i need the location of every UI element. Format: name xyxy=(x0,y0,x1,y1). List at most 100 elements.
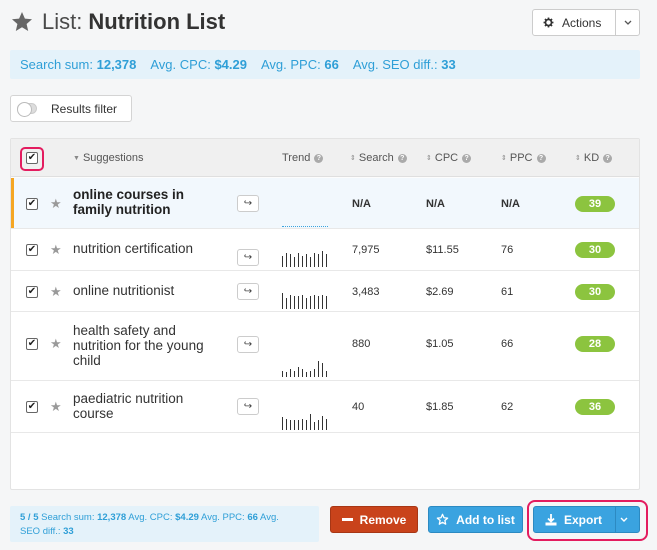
search-value: 880 xyxy=(352,338,371,350)
expand-arrow-button[interactable]: ↪ xyxy=(237,195,259,212)
keyword-cell[interactable]: health safety and nutrition for the youn… xyxy=(73,323,238,368)
star-icon[interactable]: ★ xyxy=(50,336,62,352)
trend-bar xyxy=(314,422,315,430)
table-row[interactable]: ✔ ★ nutrition certification ↪ 7,975 $11.… xyxy=(11,229,639,271)
summary-bar: Search sum: 12,378 Avg. CPC: $4.29 Avg. … xyxy=(10,50,640,79)
highlight-ring xyxy=(527,500,648,541)
search-value: 40 xyxy=(352,401,365,413)
trend-bar xyxy=(314,253,315,267)
gear-icon xyxy=(543,17,554,28)
keyword-cell[interactable]: paediatric nutrition course xyxy=(73,391,238,421)
search-value: 3,483 xyxy=(352,285,380,298)
keyword-cell[interactable]: online nutritionist xyxy=(73,283,174,298)
filter-toggle[interactable] xyxy=(17,102,37,117)
col-cpc[interactable]: ⇕ CPC? xyxy=(426,139,472,177)
page-header: List: Nutrition List xyxy=(10,6,225,38)
ppc-value: N/A xyxy=(501,197,520,210)
selection-count: 5 / 5 xyxy=(20,512,39,523)
row-checkbox[interactable]: ✔ xyxy=(26,244,38,256)
help-icon: ? xyxy=(603,153,613,163)
keyword-table: ✔ ▼ Suggestions Trend? ⇕ Search? ⇕ CPC? … xyxy=(10,138,640,490)
trend-bar xyxy=(302,256,303,267)
star-icon[interactable]: ★ xyxy=(50,399,62,415)
summary-seo: Avg. SEO diff.: 33 xyxy=(352,57,456,72)
summary-search: Search sum: 12,378 xyxy=(20,57,137,72)
search-value: N/A xyxy=(352,197,371,210)
trend-bar xyxy=(310,296,311,309)
kd-badge: 39 xyxy=(575,195,615,212)
trend-bar xyxy=(326,371,327,377)
trend-bar xyxy=(294,296,295,309)
kd-badge: 30 xyxy=(575,283,615,300)
trend-bar xyxy=(322,295,323,309)
summary-cpc: Avg. CPC: $4.29 xyxy=(150,57,247,72)
star-icon[interactable]: ★ xyxy=(50,284,62,300)
trend-bar xyxy=(302,369,303,377)
trend-bar xyxy=(326,419,327,430)
trend-bar xyxy=(290,295,291,309)
trend-bar xyxy=(302,419,303,430)
results-filter-button[interactable]: Results filter xyxy=(10,95,132,122)
trend-bar xyxy=(282,293,283,309)
table-row[interactable]: ✔ ★ online nutritionist ↪ 3,483 $2.69 61… xyxy=(11,271,639,312)
minus-icon xyxy=(341,518,353,521)
trend-bar xyxy=(298,253,299,267)
col-ppc[interactable]: ⇕ PPC? xyxy=(501,139,546,177)
cpc-value: $1.85 xyxy=(426,401,454,413)
cpc-value: $1.05 xyxy=(426,338,454,350)
trend-bar xyxy=(286,298,287,309)
trend-bar xyxy=(318,254,319,267)
table-row[interactable]: ✔ ★ online courses in family nutrition ↪… xyxy=(11,178,639,229)
trend-bar xyxy=(322,416,323,430)
page-title: Nutrition List xyxy=(88,9,226,34)
col-trend[interactable]: Trend? xyxy=(282,139,324,177)
star-icon[interactable]: ★ xyxy=(50,242,62,258)
keyword-cell[interactable]: nutrition certification xyxy=(73,241,193,256)
trend-bar xyxy=(294,420,295,430)
trend-chart xyxy=(282,361,327,377)
actions-button[interactable]: Actions xyxy=(533,10,615,35)
row-checkbox[interactable]: ✔ xyxy=(26,338,38,350)
cpc-value: N/A xyxy=(426,197,445,210)
actions-caret[interactable] xyxy=(615,10,639,35)
col-suggestions[interactable]: ▼ Suggestions xyxy=(73,139,143,177)
trend-bar xyxy=(290,369,291,377)
title-prefix: List: xyxy=(42,9,83,34)
ppc-value: 61 xyxy=(501,285,514,298)
add-to-list-button[interactable]: Add to list xyxy=(428,506,523,533)
kd-badge: 30 xyxy=(575,242,615,258)
expand-arrow-button[interactable]: ↪ xyxy=(237,336,259,353)
table-header: ✔ ▼ Suggestions Trend? ⇕ Search? ⇕ CPC? … xyxy=(11,139,639,177)
row-checkbox[interactable]: ✔ xyxy=(26,197,38,210)
expand-arrow-button[interactable]: ↪ xyxy=(237,398,259,415)
star-outline-icon xyxy=(436,513,449,525)
chevron-down-icon xyxy=(624,20,631,25)
trend-bar xyxy=(302,295,303,309)
footer-summary: 5 / 5 Search sum: 12,378 Avg. CPC: $4.29… xyxy=(10,506,319,542)
table-row[interactable]: ✔ ★ health safety and nutrition for the … xyxy=(11,312,639,381)
trend-chart xyxy=(282,293,327,309)
star-icon[interactable] xyxy=(10,10,34,34)
expand-arrow-button[interactable]: ↪ xyxy=(237,283,259,300)
remove-button[interactable]: Remove xyxy=(330,506,418,533)
trend-bar xyxy=(306,372,307,377)
col-search[interactable]: ⇕ Search? xyxy=(350,139,407,177)
trend-bar xyxy=(314,295,315,309)
expand-arrow-button[interactable]: ↪ xyxy=(237,249,259,266)
trend-bar xyxy=(310,257,311,267)
trend-bar xyxy=(306,420,307,430)
col-kd[interactable]: ⇕ KD? xyxy=(575,139,613,177)
trend-bar xyxy=(294,371,295,377)
table-row[interactable]: ✔ ★ paediatric nutrition course ↪ 40 $1.… xyxy=(11,381,639,433)
trend-bar xyxy=(314,369,315,377)
star-icon[interactable]: ★ xyxy=(50,196,62,212)
search-value: 7,975 xyxy=(352,244,380,256)
trend-bar xyxy=(318,361,319,377)
row-checkbox[interactable]: ✔ xyxy=(26,285,38,298)
ppc-value: 62 xyxy=(501,401,514,413)
row-checkbox[interactable]: ✔ xyxy=(26,401,38,413)
actions-dropdown[interactable]: Actions xyxy=(532,9,640,36)
trend-bar xyxy=(282,256,283,267)
help-icon: ? xyxy=(536,153,546,163)
keyword-cell[interactable]: online courses in family nutrition xyxy=(73,187,238,217)
